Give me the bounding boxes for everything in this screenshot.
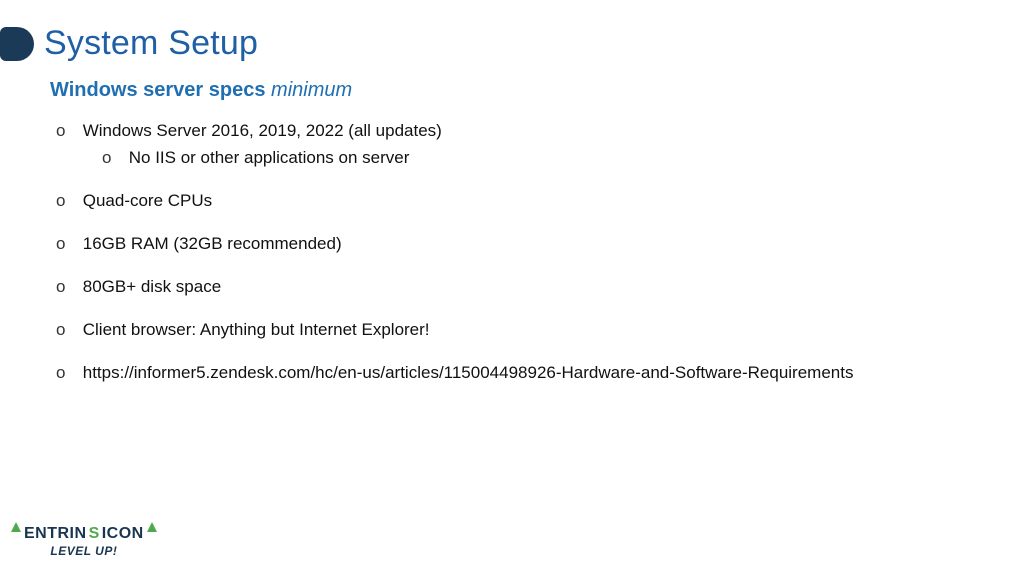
list-item-text: 16GB RAM (32GB recommended) xyxy=(83,233,342,256)
bullet-marker-icon: o xyxy=(56,276,78,299)
title-bullet-icon xyxy=(0,27,34,61)
bullet-marker-icon: o xyxy=(56,319,78,342)
logo-tagline: LEVEL UP! xyxy=(10,544,158,558)
list-item: o https://informer5.zendesk.com/hc/en-us… xyxy=(56,362,974,385)
slide-title: System Setup xyxy=(44,24,258,63)
subtitle-bold: Windows server specs xyxy=(50,79,265,101)
slide-subtitle: Windows server specs minimum xyxy=(50,79,974,102)
logo-part-1: ENTRIN xyxy=(24,525,87,543)
slide: System Setup Windows server specs minimu… xyxy=(0,0,1024,576)
list-item: o No IIS or other applications on server xyxy=(102,147,974,170)
logo-part-3: ICON xyxy=(102,525,144,543)
list-item-text: Client browser: Anything but Internet Ex… xyxy=(83,319,430,342)
arrow-up-icon xyxy=(11,522,21,532)
list-item-text: 80GB+ disk space xyxy=(83,276,221,299)
list-item: o Windows Server 2016, 2019, 2022 (all u… xyxy=(56,120,974,170)
list-item: o 16GB RAM (32GB recommended) xyxy=(56,233,974,256)
bullet-marker-icon: o xyxy=(56,190,78,213)
bullet-marker-icon: o xyxy=(56,120,78,143)
logo-wordmark: ENTRINSICON xyxy=(10,525,158,543)
list-item: o Client browser: Anything but Internet … xyxy=(56,319,974,342)
subtitle-italic: minimum xyxy=(271,79,352,101)
bullet-marker-icon: o xyxy=(56,233,78,256)
list-item-text: Quad-core CPUs xyxy=(83,190,212,213)
title-row: System Setup xyxy=(0,24,974,63)
brand-logo: ENTRINSICON LEVEL UP! xyxy=(10,525,158,558)
arrow-up-icon xyxy=(147,522,157,532)
list-item: o 80GB+ disk space xyxy=(56,276,974,299)
sub-bullet-list: o No IIS or other applications on server xyxy=(102,147,974,170)
list-item-text: No IIS or other applications on server xyxy=(129,147,410,170)
list-item-text: Windows Server 2016, 2019, 2022 (all upd… xyxy=(83,120,442,143)
logo-part-2: S xyxy=(89,525,100,543)
list-item: o Quad-core CPUs xyxy=(56,190,974,213)
bullet-marker-icon: o xyxy=(102,147,124,170)
list-item-text: https://informer5.zendesk.com/hc/en-us/a… xyxy=(83,362,854,385)
bullet-marker-icon: o xyxy=(56,362,78,385)
bullet-list: o Windows Server 2016, 2019, 2022 (all u… xyxy=(56,120,974,385)
